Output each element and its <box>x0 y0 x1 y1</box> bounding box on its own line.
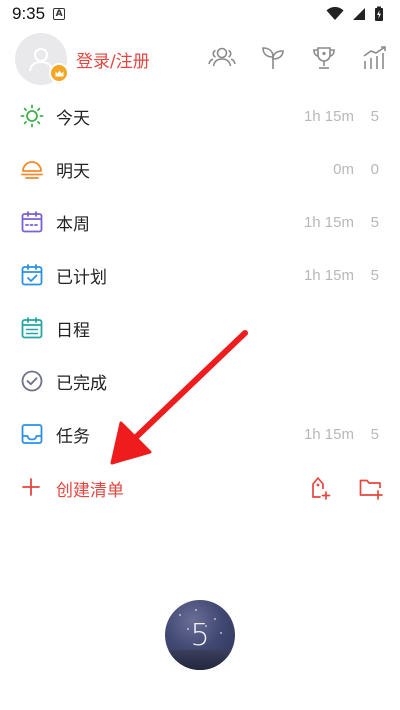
list-item-tomorrow[interactable]: 明天 0m 0 <box>0 143 400 196</box>
focus-time: 1h 15m <box>303 426 354 443</box>
list-item-completed[interactable]: 已完成 <box>0 355 400 408</box>
list-item-label: 任务 <box>56 427 90 447</box>
plus-icon <box>22 478 40 496</box>
sprout-icon[interactable] <box>259 44 287 72</box>
task-count: 0 <box>370 161 379 178</box>
trophy-icon[interactable] <box>310 44 338 72</box>
pomodoro-count: 5 <box>190 617 210 653</box>
schedule-icon <box>20 316 44 340</box>
add-folder-icon[interactable] <box>358 475 384 501</box>
list-item-label: 日程 <box>56 321 90 341</box>
list-item-planned[interactable]: 已计划 1h 15m 5 <box>0 249 400 302</box>
signal-icon <box>353 8 365 20</box>
list-item-label: 今天 <box>56 109 90 129</box>
login-register-link[interactable]: 登录/注册 <box>76 47 150 72</box>
list-item-label: 已计划 <box>56 268 107 288</box>
list-item-label: 明天 <box>56 162 90 182</box>
avatar[interactable] <box>15 33 69 85</box>
battery-charging-icon <box>375 6 383 21</box>
task-count: 5 <box>370 267 379 284</box>
header-icons <box>208 44 389 72</box>
list-item-label: 本周 <box>56 215 90 235</box>
sun-icon <box>20 104 44 128</box>
friends-icon[interactable] <box>208 44 236 72</box>
header: 登录/注册 <box>0 30 400 88</box>
stats-chart-icon[interactable] <box>361 44 389 72</box>
list-item-tasks[interactable]: 任务 1h 15m 5 <box>0 408 400 461</box>
crown-badge-icon <box>49 63 69 83</box>
task-count: 5 <box>370 108 379 125</box>
smart-list: 今天 1h 15m 5 明天 0m 0 本周 1h 15m 5 已计划 1h 1… <box>0 90 400 514</box>
create-list-button[interactable]: 创建清单 <box>56 476 124 501</box>
list-item-schedule[interactable]: 日程 <box>0 302 400 355</box>
list-item-today[interactable]: 今天 1h 15m 5 <box>0 90 400 143</box>
check-circle-icon <box>20 369 44 393</box>
pomodoro-button[interactable]: 5 <box>165 600 235 670</box>
task-count: 5 <box>370 426 379 443</box>
inbox-icon <box>20 422 44 446</box>
status-right-icons <box>326 6 384 22</box>
status-bar: 9:35 A <box>0 0 400 28</box>
list-item-this-week[interactable]: 本周 1h 15m 5 <box>0 196 400 249</box>
list-item-label: 已完成 <box>56 374 107 394</box>
focus-time: 1h 15m <box>303 267 354 284</box>
create-list-row[interactable]: 创建清单 <box>0 461 400 514</box>
a-box-icon: A <box>53 8 66 20</box>
add-tag-icon[interactable] <box>306 475 332 501</box>
focus-time: 0m <box>333 161 354 178</box>
focus-time: 1h 15m <box>303 108 354 125</box>
sunset-icon <box>20 157 44 181</box>
calendar-check-icon <box>20 263 44 287</box>
status-time: 9:35 <box>12 4 46 23</box>
task-count: 5 <box>370 214 379 231</box>
wifi-icon <box>326 7 344 20</box>
focus-time: 1h 15m <box>303 214 354 231</box>
calendar-week-icon <box>20 210 44 234</box>
